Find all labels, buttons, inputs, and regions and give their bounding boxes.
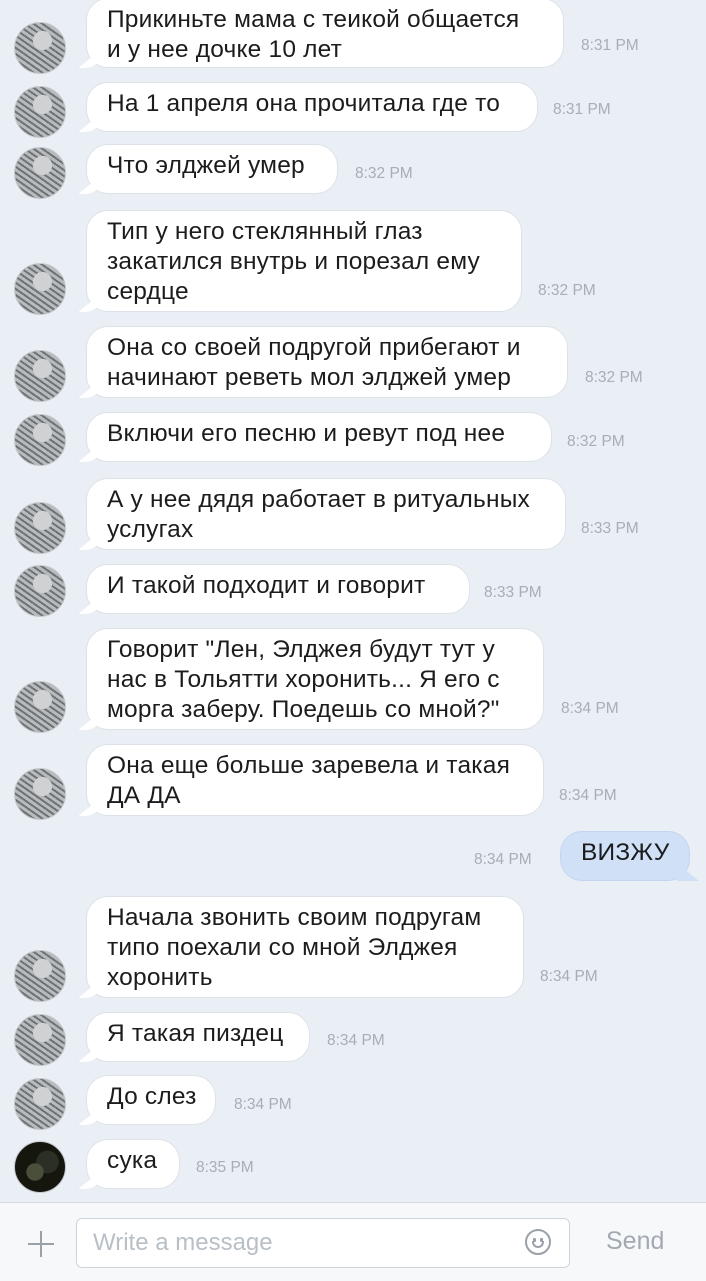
message-bubble[interactable]: Говорит "Лен, Элджея будут тут у нас в Т… — [86, 628, 544, 730]
message-input[interactable] — [76, 1218, 570, 1268]
message-text: Она еще больше заревела и такая — [107, 752, 511, 779]
message-time: 8:32 PM — [538, 282, 596, 299]
message-time: 8:34 PM — [474, 851, 532, 868]
message-time: 8:34 PM — [561, 700, 619, 717]
message-composer: Send — [0, 1202, 706, 1281]
message-text: сука — [107, 1147, 158, 1174]
message-bubble[interactable]: Прикиньте мама с теикой общается и у нее… — [86, 0, 564, 68]
message-time: 8:32 PM — [585, 369, 643, 386]
avatar[interactable] — [14, 565, 66, 617]
message-text: сердце — [107, 278, 189, 305]
message-time: 8:33 PM — [484, 584, 542, 601]
message-text: Что элджей умер — [107, 152, 305, 179]
message-bubble[interactable]: А у нее дядя работает в ритуальных услуг… — [86, 478, 566, 550]
message-text: На 1 апреля она прочитала где то — [107, 90, 501, 117]
message-text: Включи его песню и ревут под нее — [107, 420, 506, 447]
message-bubble[interactable]: Она со своей подругой прибегают и начина… — [86, 326, 568, 398]
message-bubble[interactable]: Она еще больше заревела и такая ДА ДА — [86, 744, 544, 816]
avatar[interactable] — [14, 350, 66, 402]
message-bubble[interactable]: Включи его песню и ревут под нее — [86, 412, 552, 462]
avatar[interactable] — [14, 768, 66, 820]
avatar[interactable] — [14, 263, 66, 315]
message-text: закатился внутрь и порезал ему — [107, 248, 480, 275]
message-time: 8:34 PM — [234, 1096, 292, 1113]
message-time: 8:32 PM — [567, 433, 625, 450]
message-bubble[interactable]: сука — [86, 1139, 180, 1189]
plus-icon[interactable] — [28, 1231, 54, 1257]
message-text: Начала звонить своим подругам — [107, 904, 482, 931]
message-text: До слез — [107, 1083, 197, 1110]
message-bubble[interactable]: И такой подходит и говорит — [86, 564, 470, 614]
outgoing-message-bubble[interactable]: ВИЗЖУ — [560, 831, 690, 881]
message-bubble[interactable]: Я такая пиздец — [86, 1012, 310, 1062]
avatar[interactable] — [14, 1141, 66, 1193]
avatar[interactable] — [14, 950, 66, 1002]
message-text: услугах — [107, 516, 194, 543]
message-bubble[interactable]: Начала звонить своим подругам типо поеха… — [86, 896, 524, 998]
message-bubble[interactable]: До слез — [86, 1075, 216, 1125]
message-text: нас в Тольятти хоронить... Я его с — [107, 666, 500, 693]
message-time: 8:32 PM — [355, 165, 413, 182]
avatar[interactable] — [14, 147, 66, 199]
avatar[interactable] — [14, 1078, 66, 1130]
message-bubble[interactable]: Тип у него стеклянный глаз закатился вну… — [86, 210, 522, 312]
message-time: 8:33 PM — [581, 520, 639, 537]
message-text: начинают реветь мол элджей умер — [107, 364, 512, 391]
message-text: Я такая пиздец — [107, 1020, 284, 1047]
message-text: хоронить — [107, 964, 213, 991]
message-time: 8:31 PM — [553, 101, 611, 118]
message-text: Она со своей подругой прибегают и — [107, 334, 521, 361]
message-text: типо поехали со мной Элджея — [107, 934, 458, 961]
smile-icon[interactable] — [525, 1229, 551, 1255]
avatar[interactable] — [14, 502, 66, 554]
message-text: И такой подходит и говорит — [107, 572, 426, 599]
message-text: и у нее дочке 10 лет — [107, 36, 343, 63]
smile-mouth — [532, 1241, 544, 1248]
avatar[interactable] — [14, 681, 66, 733]
message-list[interactable]: Прикиньте мама с теикой общается и у нее… — [0, 0, 706, 1200]
message-time: 8:34 PM — [327, 1032, 385, 1049]
message-text: Тип у него стеклянный глаз — [107, 218, 423, 245]
message-time: 8:31 PM — [581, 37, 639, 54]
avatar[interactable] — [14, 86, 66, 138]
message-text: ДА ДА — [107, 782, 181, 809]
message-text: ВИЗЖУ — [581, 839, 670, 866]
message-text: А у нее дядя работает в ритуальных — [107, 486, 530, 513]
message-bubble[interactable]: На 1 апреля она прочитала где то — [86, 82, 538, 132]
message-time: 8:34 PM — [540, 968, 598, 985]
send-button[interactable]: Send — [606, 1227, 664, 1256]
message-text: Прикиньте мама с теикой общается — [107, 6, 520, 33]
message-text: морга заберу. Поедешь со мной?" — [107, 696, 500, 723]
avatar[interactable] — [14, 414, 66, 466]
message-time: 8:34 PM — [559, 787, 617, 804]
avatar[interactable] — [14, 1014, 66, 1066]
message-text: Говорит "Лен, Элджея будут тут у — [107, 636, 495, 663]
message-bubble[interactable]: Что элджей умер — [86, 144, 338, 194]
avatar[interactable] — [14, 22, 66, 74]
message-time: 8:35 PM — [196, 1159, 254, 1176]
